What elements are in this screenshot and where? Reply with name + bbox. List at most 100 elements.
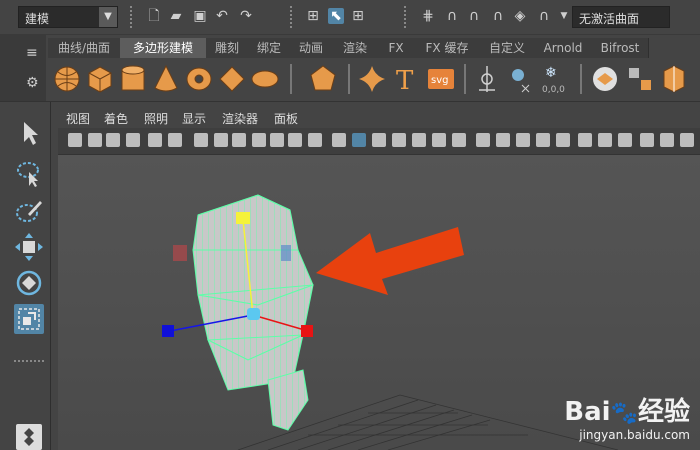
paint-select-tool-icon[interactable] [14,196,44,226]
tab-curves-surfaces[interactable]: 曲线/曲面 [48,38,121,58]
grid-icon[interactable] [194,133,208,147]
image-plane-icon[interactable] [126,133,140,147]
xray-joints-icon[interactable] [598,133,612,147]
baidu-watermark: Bai🐾经验 jingyan.baidu.com [564,398,690,442]
measure-tool-icon[interactable] [512,69,530,93]
menu-icon[interactable]: ≡ [26,45,38,61]
grease-pencil-icon[interactable] [168,133,182,147]
xray-active-icon[interactable] [618,133,632,147]
select-component-icon[interactable]: ⊞ [350,8,366,24]
xray-icon[interactable] [578,133,592,147]
poly-disc-icon[interactable] [251,70,279,88]
tab-custom[interactable]: 自定义 [480,38,535,58]
motion-blur-icon[interactable] [496,133,510,147]
separator [290,64,292,94]
camera-icon[interactable] [68,133,82,147]
shadows-icon[interactable] [452,133,466,147]
menu-renderer[interactable]: 渲染器 [222,110,258,127]
watermark-url: jingyan.baidu.com [579,428,690,442]
lights-icon[interactable] [432,133,446,147]
default-material-icon[interactable] [372,133,386,147]
layout-icon[interactable] [16,424,42,450]
select-object-icon[interactable]: ⬉ [328,8,344,24]
lasso-tool-icon[interactable] [14,158,44,188]
tab-bifrost[interactable]: Bifrost [592,38,649,58]
menu-shading[interactable]: 着色 [104,110,128,127]
tab-rigging[interactable]: 绑定 [248,38,291,58]
poly-plane-icon[interactable] [219,66,245,92]
redo-icon[interactable]: ↷ [238,8,254,24]
safe-action-icon[interactable] [288,133,302,147]
live-surface-field[interactable]: 无激活曲面 [572,6,670,28]
chevron-down-icon: ▼ [99,7,117,27]
svg-tool-icon[interactable]: svg [428,69,454,89]
separate-icon[interactable] [629,68,651,90]
snap-point-icon[interactable]: ∩ [466,8,482,24]
menu-show[interactable]: 显示 [182,110,206,127]
four-view-icon[interactable] [660,133,674,147]
isolate-select-icon[interactable] [556,133,570,147]
camera-lock-icon[interactable] [88,133,102,147]
scale-tool-icon[interactable] [14,304,44,334]
separator [404,6,406,28]
snap-grid-icon[interactable]: ⋕ [420,8,436,24]
snap-view-icon[interactable]: ∩ [490,8,506,24]
poly-cylinder-icon[interactable] [121,65,145,91]
snap-curve-icon[interactable]: ∩ [444,8,460,24]
poly-torus-icon[interactable] [186,67,212,91]
rotate-tool-icon[interactable] [14,268,44,298]
field-chart-icon[interactable] [270,133,284,147]
snap-surface-icon[interactable]: ◈ [512,8,528,24]
tab-animation[interactable]: 动画 [290,38,333,58]
poly-cube-icon[interactable] [88,66,112,93]
tab-fx-cache[interactable]: FX 缓存 [414,38,481,58]
2d-pan-icon[interactable] [148,133,162,147]
tab-arnold[interactable]: Arnold [534,38,593,58]
wireframe-icon[interactable] [332,133,346,147]
new-scene-icon[interactable]: 🗋 [146,8,162,24]
film-gate-icon[interactable] [214,133,228,147]
text-tool-icon[interactable]: T [396,66,414,96]
magnet-icon[interactable]: ∩ [536,8,552,24]
gate-mask-icon[interactable] [252,133,266,147]
move-tool-icon[interactable] [14,232,44,262]
menu-set-dropdown[interactable]: 建模 ▼ [18,6,118,28]
menu-lighting[interactable]: 照明 [144,110,168,127]
smooth-shade-icon[interactable] [352,133,366,147]
save-scene-icon[interactable]: ▣ [192,8,208,24]
tab-sculpting[interactable]: 雕刻 [206,38,249,58]
wireframe-on-shaded-icon[interactable] [392,133,406,147]
textured-icon[interactable] [412,133,426,147]
combine-icon[interactable] [593,67,617,91]
select-tool-icon[interactable] [14,118,44,148]
single-view-icon[interactable] [640,133,654,147]
tab-rendering[interactable]: 渲染 [332,38,379,58]
resolution-gate-icon[interactable] [232,133,246,147]
separator [130,6,132,28]
select-hierarchy-icon[interactable]: ⊞ [305,8,321,24]
safe-title-icon[interactable] [308,133,322,147]
super-shape-icon[interactable] [359,66,385,92]
watermark-brand2: 经验 [637,397,690,427]
undo-icon[interactable]: ↶ [214,8,230,24]
viewport[interactable]: Bai🐾经验 jingyan.baidu.com [58,155,700,450]
tab-fx[interactable]: FX [378,38,415,58]
open-scene-icon[interactable]: ▰ [168,8,184,24]
svg-text:❄: ❄ [545,65,557,81]
bookmark-icon[interactable] [106,133,120,147]
expand-icon[interactable] [680,133,694,147]
poly-cone-icon[interactable] [154,64,178,92]
anti-aliasing-icon[interactable] [516,133,530,147]
menu-panels[interactable]: 面板 [274,110,298,127]
screen-space-ao-icon[interactable] [476,133,490,147]
depth-of-field-icon[interactable] [536,133,550,147]
tab-poly-modeling[interactable]: 多边形建模 [120,38,207,58]
extract-icon[interactable] [663,65,685,93]
poly-sphere-icon[interactable] [54,66,80,92]
freeze-transform-icon[interactable]: ❄ 0,0,0 [542,65,565,95]
menu-view[interactable]: 视图 [66,110,90,127]
type-tool-icon[interactable] [479,66,495,92]
gear-icon[interactable]: ⚙ [26,75,39,91]
platonic-solid-icon[interactable] [310,65,336,91]
chevron-down-icon[interactable]: ▼ [556,8,572,24]
